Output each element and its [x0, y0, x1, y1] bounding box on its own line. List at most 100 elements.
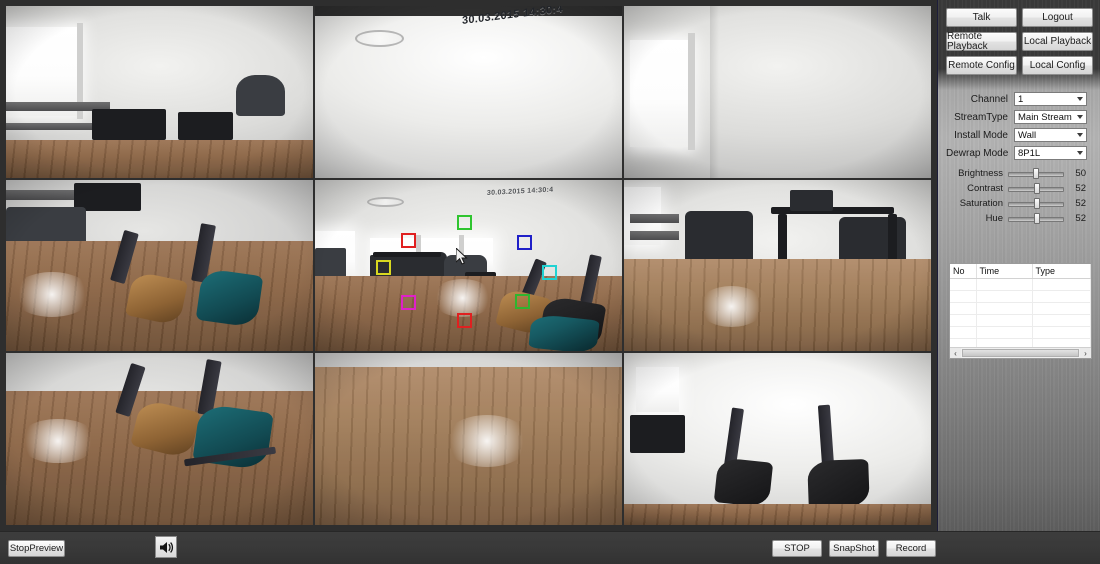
logout-button[interactable]: Logout — [1022, 8, 1093, 27]
saturation-value: 52 — [1075, 198, 1086, 209]
install-mode-value: Wall — [1018, 129, 1037, 141]
window-light — [636, 367, 680, 412]
table-row-empty[interactable] — [950, 314, 1091, 327]
shelf — [6, 189, 74, 201]
brightness-slider-thumb[interactable] — [1033, 168, 1039, 179]
tracking-box-blue-right[interactable] — [517, 234, 532, 250]
dewrap-mode-select[interactable]: 8P1L — [1014, 146, 1087, 160]
video-panel-8[interactable] — [315, 353, 622, 525]
monitor — [789, 189, 833, 211]
local-config-button[interactable]: Local Config — [1022, 56, 1093, 75]
tracking-box-red-lower[interactable] — [457, 312, 473, 328]
video-panel-9[interactable] — [624, 353, 931, 525]
snapshot-button[interactable]: SnapShot — [829, 540, 879, 557]
streamtype-value: Main Stream — [1018, 111, 1072, 123]
tracking-box-yellow-left[interactable] — [376, 260, 392, 276]
video-panel-6[interactable] — [624, 179, 931, 352]
video-panel-3[interactable] — [624, 6, 931, 178]
contrast-row: Contrast 52 — [946, 181, 1093, 196]
volume-button[interactable] — [155, 536, 177, 558]
wall-corner-shadow — [709, 6, 720, 178]
chevron-down-icon — [1077, 97, 1083, 101]
dewrap-mode-value: 8P1L — [1018, 147, 1041, 159]
scroll-right-arrow-icon[interactable]: › — [1080, 348, 1091, 358]
hue-slider-thumb[interactable] — [1034, 213, 1041, 224]
table-row-empty[interactable] — [950, 302, 1091, 315]
office-chair — [685, 210, 753, 263]
scene-guitars-floor-wide — [6, 353, 313, 525]
table-cell-empty — [950, 278, 977, 291]
amp-box — [177, 112, 234, 140]
table-cell-empty — [1032, 302, 1091, 315]
floor — [624, 504, 931, 525]
tracking-box-cyan-right[interactable] — [542, 264, 558, 280]
scrollbar-thumb[interactable] — [962, 349, 1079, 357]
remote-config-button[interactable]: Remote Config — [946, 56, 1017, 75]
table-cell-empty — [976, 326, 1033, 339]
column-header-time: Time — [976, 264, 1033, 279]
brightness-slider[interactable] — [1008, 168, 1064, 179]
video-panel-5-selected[interactable]: 30.03.2015 14:30:4 — [315, 179, 622, 352]
tracking-box-green-lower[interactable] — [514, 293, 530, 309]
window-light — [630, 40, 692, 147]
video-panel-2[interactable]: 30.03.2015 14:30:4 — [315, 6, 622, 178]
table-header-row: No Time Type — [950, 264, 1091, 279]
horizontal-scrollbar[interactable]: ‹ › — [950, 347, 1091, 358]
mouse-cursor — [456, 248, 468, 265]
table-cell-empty — [1032, 290, 1091, 303]
stop-button[interactable]: STOP — [772, 540, 822, 557]
streamtype-row: StreamType Main Stream — [946, 108, 1093, 126]
video-grid: 30.03.2015 14:30:4 30.03.2015 14:30:4 — [6, 6, 931, 525]
contrast-slider-thumb[interactable] — [1034, 183, 1041, 194]
window-frame — [688, 33, 695, 151]
streamtype-select[interactable]: Main Stream — [1014, 110, 1087, 124]
contrast-slider[interactable] — [1008, 183, 1064, 194]
dewrap-mode-label: Dewrap Mode — [946, 147, 1009, 159]
scene-guitars-floor — [6, 179, 313, 352]
chevron-down-icon — [1077, 115, 1083, 119]
table-cell-empty — [1032, 278, 1091, 291]
hue-row: Hue 52 — [946, 211, 1093, 226]
video-panel-7[interactable] — [6, 353, 313, 525]
sidebar-top-button-group: Talk Logout Remote Playback Local Playba… — [946, 8, 1093, 75]
record-button[interactable]: Record — [886, 540, 936, 557]
channel-value: 1 — [1018, 93, 1024, 105]
table-cell-empty — [976, 290, 1033, 303]
channel-label: Channel — [970, 93, 1008, 105]
video-panel-1[interactable] — [6, 6, 313, 178]
remote-playback-button[interactable]: Remote Playback — [946, 31, 1017, 51]
scroll-left-arrow-icon[interactable]: ‹ — [950, 348, 961, 358]
brightness-row: Brightness 50 — [946, 166, 1093, 181]
scene-room-window-left — [6, 6, 313, 178]
tracking-box-red-upper-left[interactable] — [400, 233, 416, 249]
saturation-slider-thumb[interactable] — [1034, 198, 1041, 209]
channel-row: Channel 1 — [946, 90, 1093, 108]
table-cell-empty — [950, 314, 977, 327]
scene-ceiling-lamp: 30.03.2015 14:30:4 — [315, 6, 622, 178]
table-row-empty[interactable] — [950, 278, 1091, 291]
saturation-slider[interactable] — [1008, 198, 1064, 209]
column-header-type: Type — [1032, 264, 1091, 279]
guitar-body-black — [807, 458, 871, 509]
talk-button[interactable]: Talk — [946, 8, 1017, 27]
column-header-no: No — [950, 264, 977, 279]
dewrap-mode-row: Dewrap Mode 8P1L — [946, 144, 1093, 162]
table-row-empty[interactable] — [950, 326, 1091, 339]
tracking-box-green-top[interactable] — [457, 214, 473, 230]
amp-box — [630, 415, 686, 453]
table-row-empty[interactable] — [950, 290, 1091, 303]
channel-select[interactable]: 1 — [1014, 92, 1087, 106]
video-panel-4[interactable] — [6, 179, 313, 352]
install-mode-row: Install Mode Wall — [946, 126, 1093, 144]
table-cell-empty — [1032, 326, 1091, 339]
table-cell-empty — [1032, 314, 1091, 327]
local-playback-button[interactable]: Local Playback — [1022, 32, 1093, 51]
install-mode-select[interactable]: Wall — [1014, 128, 1087, 142]
event-list-table[interactable]: No Time Type ‹ › — [949, 263, 1092, 359]
hue-slider[interactable] — [1008, 213, 1064, 224]
floor — [6, 139, 313, 178]
stop-preview-button[interactable]: StopPreview — [8, 540, 65, 557]
playback-control-group: STOP SnapShot Record — [772, 540, 936, 557]
scene-desk-chairs — [624, 179, 931, 352]
tracking-box-magenta-left[interactable] — [400, 294, 416, 310]
